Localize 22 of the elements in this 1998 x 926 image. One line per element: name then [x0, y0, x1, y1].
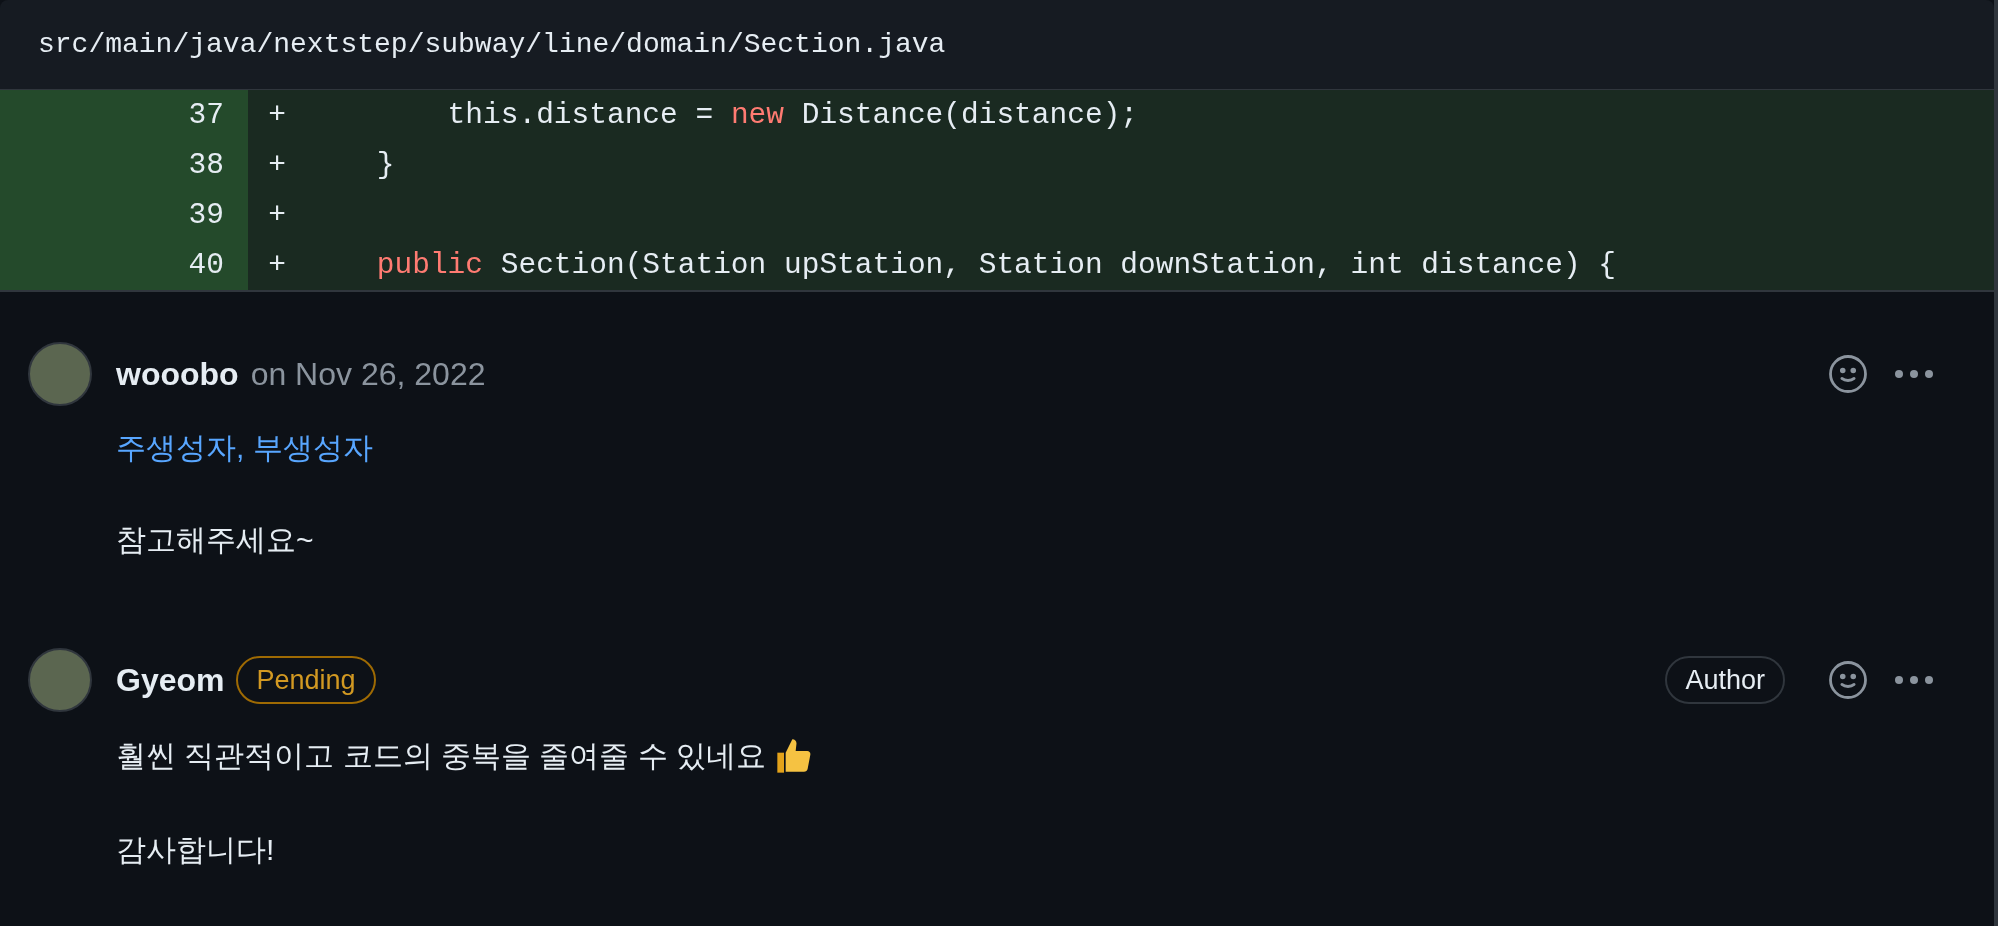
- more-options-icon[interactable]: [1894, 369, 1934, 379]
- line-number[interactable]: 37: [0, 90, 248, 140]
- emoji-reaction-icon[interactable]: [1827, 659, 1869, 701]
- comment-timestamp[interactable]: on Nov 26, 2022: [250, 350, 486, 398]
- diff-sign: +: [267, 146, 287, 184]
- role-badge: Author: [1665, 656, 1785, 704]
- line-number[interactable]: 38: [0, 140, 248, 190]
- author-name[interactable]: Gyeom: [116, 656, 225, 704]
- comment-text: 훨씬 직관적이고 코드의 중복을 줄여줄 수 있네요: [116, 738, 766, 774]
- more-options-icon[interactable]: [1894, 675, 1934, 685]
- line-number[interactable]: 40: [0, 240, 248, 290]
- author-name[interactable]: wooobo: [116, 350, 239, 398]
- comment-text: 감사합니다!: [116, 832, 276, 868]
- comment-link[interactable]: 주생성자, 부생성자: [116, 430, 1934, 466]
- line-number[interactable]: 39: [0, 190, 248, 240]
- diff-sign: +: [267, 196, 287, 234]
- emoji-reaction-icon[interactable]: [1827, 353, 1869, 395]
- diff-sign: +: [267, 246, 287, 284]
- file-path[interactable]: src/main/java/nextstep/subway/line/domain/Section.java: [38, 23, 946, 66]
- diff-sign: +: [267, 96, 287, 134]
- comment-text: 참고해주세요~: [116, 522, 315, 558]
- status-badge: Pending: [236, 656, 376, 704]
